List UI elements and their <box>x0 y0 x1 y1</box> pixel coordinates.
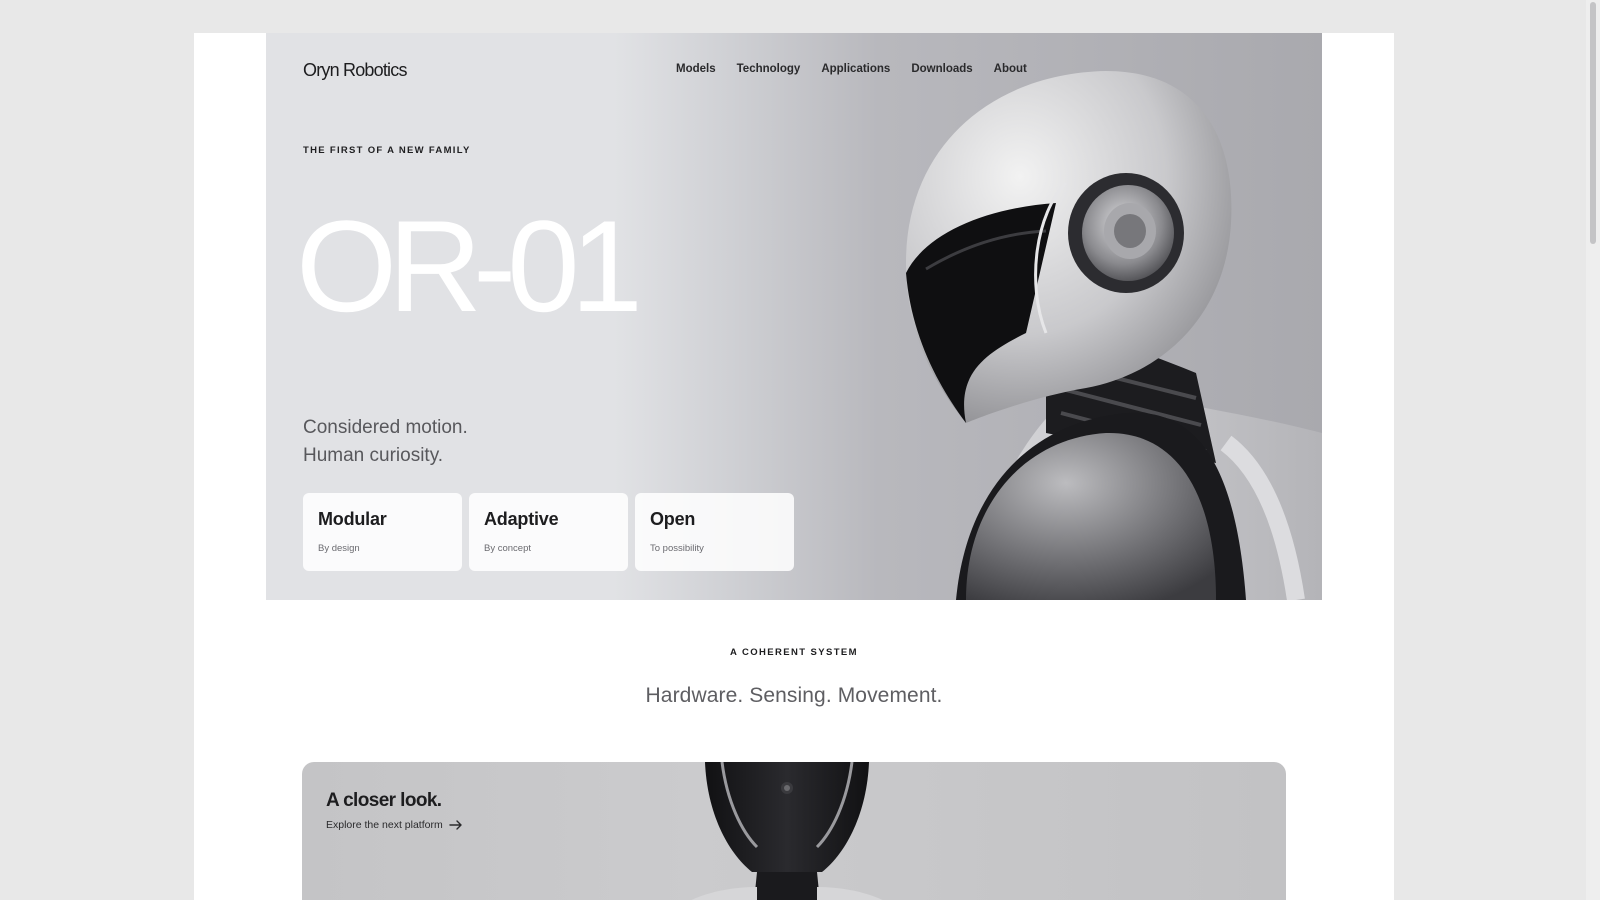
system-title: Hardware. Sensing. Movement. <box>645 684 943 707</box>
feature-card-subtitle: To possibility <box>650 543 704 554</box>
nav-link-applications[interactable]: Applications <box>821 63 890 75</box>
arrow-right-icon <box>449 820 462 830</box>
feature-card-title: Open <box>650 509 696 529</box>
nav-link-about[interactable]: About <box>994 63 1027 75</box>
nav-link-downloads[interactable]: Downloads <box>911 63 972 75</box>
tagline-line-2: Human curiosity. <box>303 445 444 466</box>
explore-platform-link-label: Explore the next platform <box>326 819 443 831</box>
scrollbar-thumb[interactable] <box>1590 2 1596 244</box>
hero-section: Oryn Robotics Models Technology Applicat… <box>266 33 1322 600</box>
brand-logo[interactable]: Oryn Robotics <box>303 60 407 81</box>
feature-card-subtitle: By concept <box>484 543 531 554</box>
page-scrollbar[interactable] <box>1586 0 1600 900</box>
hero-model-name: OR-01 <box>296 193 643 339</box>
hero-tagline: Considered motion. Human curiosity. <box>303 414 468 470</box>
explore-platform-link[interactable]: Explore the next platform <box>326 819 463 831</box>
system-eyebrow: A COHERENT SYSTEM <box>730 647 858 658</box>
feature-card-adaptive: Adaptive By concept <box>469 493 628 571</box>
closer-look-card[interactable]: A closer look. Explore the next platform <box>302 762 1286 900</box>
feature-card-subtitle: By design <box>318 543 360 554</box>
hero-eyebrow: THE FIRST OF A NEW FAMILY <box>303 145 471 156</box>
nav-link-models[interactable]: Models <box>676 63 716 75</box>
feature-card-title: Adaptive <box>484 509 559 529</box>
main-nav: Models Technology Applications Downloads… <box>676 63 1027 75</box>
closer-look-title: A closer look. <box>326 790 442 811</box>
robot-front-image <box>691 762 883 900</box>
feature-cards: Modular By design Adaptive By concept Op… <box>303 493 794 571</box>
feature-card-open: Open To possibility <box>635 493 794 571</box>
feature-card-modular: Modular By design <box>303 493 462 571</box>
tagline-line-1: Considered motion. <box>303 417 468 438</box>
page-container: Oryn Robotics Models Technology Applicat… <box>194 33 1394 900</box>
feature-card-title: Modular <box>318 509 387 529</box>
nav-link-technology[interactable]: Technology <box>737 63 801 75</box>
